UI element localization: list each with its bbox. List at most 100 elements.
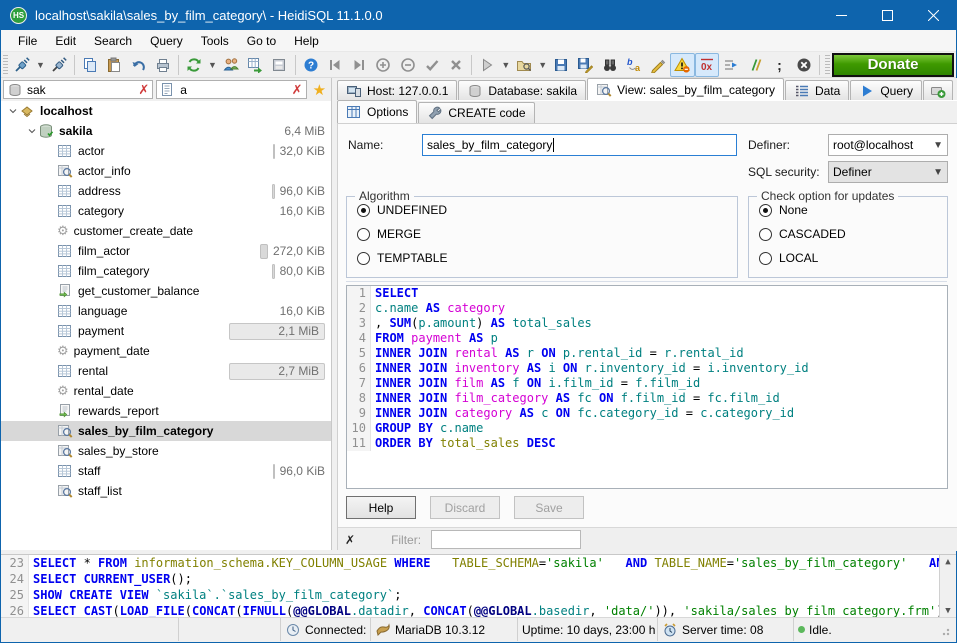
find-button[interactable] bbox=[598, 53, 622, 77]
run-query-dropdown[interactable]: ▼ bbox=[500, 53, 513, 77]
subtab-create-code[interactable]: CREATE code bbox=[418, 102, 534, 123]
tree-item-localhost[interactable]: localhost bbox=[1, 101, 331, 121]
toolbar-grip[interactable] bbox=[3, 55, 8, 75]
cancel-query-button[interactable] bbox=[792, 53, 816, 77]
tab-view[interactable]: View: sales_by_film_category bbox=[587, 78, 784, 100]
subtab-options[interactable]: Options bbox=[337, 100, 417, 123]
tree-item-sakila[interactable]: sakila6,4 MiB bbox=[1, 121, 331, 141]
save-button[interactable]: Save bbox=[514, 496, 584, 519]
tab-database[interactable]: Database: sakila bbox=[458, 80, 586, 100]
tree-item-actor_info[interactable]: actor_info bbox=[1, 161, 331, 181]
menu-file[interactable]: File bbox=[9, 32, 46, 50]
tree-item-staff[interactable]: staff96,0 KiB bbox=[1, 461, 331, 481]
bind-params-button[interactable] bbox=[743, 53, 767, 77]
tree-item-customer_create_date[interactable]: ⚙customer_create_date bbox=[1, 221, 331, 241]
favorites-icon[interactable]: ★ bbox=[310, 81, 329, 99]
resize-grip[interactable] bbox=[938, 624, 950, 636]
minimize-button[interactable] bbox=[818, 0, 864, 30]
view-name-input[interactable]: sales_by_film_category bbox=[422, 134, 737, 156]
tab-query[interactable]: Query bbox=[850, 80, 922, 100]
menu-go-to[interactable]: Go to bbox=[238, 32, 285, 50]
menu-tools[interactable]: Tools bbox=[192, 32, 238, 50]
load-sql-button[interactable] bbox=[512, 53, 536, 77]
tab-add-tab-button[interactable] bbox=[923, 80, 953, 100]
tab-host[interactable]: Host: 127.0.0.1 bbox=[337, 80, 457, 100]
close-button[interactable] bbox=[910, 0, 956, 30]
last-row-button[interactable] bbox=[347, 53, 371, 77]
tree-item-rewards_report[interactable]: rewards_report bbox=[1, 401, 331, 421]
tree-item-actor[interactable]: actor32,0 KiB bbox=[1, 141, 331, 161]
save-sql-as-button[interactable] bbox=[573, 53, 597, 77]
blob-hex-toggle[interactable]: 0x bbox=[695, 53, 719, 77]
tree-item-language[interactable]: language16,0 KiB bbox=[1, 301, 331, 321]
filter-input[interactable] bbox=[431, 530, 581, 549]
tree-item-staff_list[interactable]: staff_list bbox=[1, 481, 331, 501]
donate-button[interactable]: Donate bbox=[832, 53, 954, 77]
disconnect-button[interactable] bbox=[47, 53, 71, 77]
cancel-editing-button[interactable] bbox=[444, 53, 468, 77]
algorithm-radio-merge[interactable]: MERGE bbox=[357, 223, 737, 245]
radio-icon[interactable] bbox=[759, 252, 772, 265]
scroll-up-icon[interactable]: ▲ bbox=[945, 555, 950, 569]
refresh-button[interactable] bbox=[182, 53, 206, 77]
menu-help[interactable]: Help bbox=[285, 32, 328, 50]
algorithm-radio-temptable[interactable]: TEMPTABLE bbox=[357, 247, 737, 269]
tree-item-film_actor[interactable]: film_actor272,0 KiB bbox=[1, 241, 331, 261]
check-option-radio-local[interactable]: LOCAL bbox=[759, 247, 947, 269]
radio-icon[interactable] bbox=[759, 204, 772, 217]
first-row-button[interactable] bbox=[323, 53, 347, 77]
copy-button[interactable] bbox=[78, 53, 102, 77]
help-button[interactable]: ? bbox=[299, 53, 323, 77]
radio-icon[interactable] bbox=[357, 252, 370, 265]
maximize-button[interactable] bbox=[864, 0, 910, 30]
tree-item-rental_date[interactable]: ⚙rental_date bbox=[1, 381, 331, 401]
tree-item-get_customer_balance[interactable]: get_customer_balance bbox=[1, 281, 331, 301]
scroll-down-icon[interactable]: ▼ bbox=[945, 604, 950, 617]
menu-edit[interactable]: Edit bbox=[46, 32, 85, 50]
replace-button[interactable]: ba bbox=[622, 53, 646, 77]
tree-item-sales_by_film_category[interactable]: sales_by_film_category bbox=[1, 421, 331, 441]
help-button[interactable]: Help bbox=[346, 496, 416, 519]
discard-button[interactable]: Discard bbox=[430, 496, 500, 519]
print-button[interactable] bbox=[151, 53, 175, 77]
tree-item-film_category[interactable]: film_category80,0 KiB bbox=[1, 261, 331, 281]
stop-on-errors-toggle[interactable] bbox=[670, 53, 694, 77]
export-tables-button[interactable] bbox=[243, 53, 267, 77]
tree-item-payment_date[interactable]: ⚙payment_date bbox=[1, 341, 331, 361]
clear-filter-icon[interactable]: ✗ bbox=[138, 82, 149, 98]
clear-filter-icon[interactable]: ✗ bbox=[292, 82, 303, 98]
run-query-button[interactable] bbox=[475, 53, 499, 77]
blob-viewer-button[interactable] bbox=[267, 53, 291, 77]
close-filter-icon[interactable]: ✗ bbox=[338, 533, 363, 547]
definer-select[interactable]: root@localhost▼ bbox=[828, 134, 948, 156]
reformat-button[interactable] bbox=[646, 53, 670, 77]
tree-item-address[interactable]: address96,0 KiB bbox=[1, 181, 331, 201]
post-changes-button[interactable] bbox=[420, 53, 444, 77]
tree-item-payment[interactable]: payment2,1 MiB bbox=[1, 321, 331, 341]
paste-button[interactable] bbox=[102, 53, 126, 77]
save-sql-button[interactable] bbox=[549, 53, 573, 77]
radio-icon[interactable] bbox=[759, 228, 772, 241]
refresh-dropdown[interactable]: ▼ bbox=[206, 53, 219, 77]
delimiter-button[interactable]: ; bbox=[767, 53, 791, 77]
tree-item-sales_by_store[interactable]: sales_by_store bbox=[1, 441, 331, 461]
table-filter-input[interactable]: sak ✗ bbox=[3, 80, 153, 99]
menu-search[interactable]: Search bbox=[85, 32, 141, 50]
sql-security-select[interactable]: Definer▼ bbox=[828, 161, 948, 183]
chevron-down-icon[interactable] bbox=[7, 103, 19, 119]
load-sql-dropdown[interactable]: ▼ bbox=[536, 53, 549, 77]
check-option-radio-cascaded[interactable]: CASCADED bbox=[759, 223, 947, 245]
view-body-editor[interactable]: 1SELECT2c.name AS category3, SUM(p.amoun… bbox=[346, 285, 948, 489]
chevron-down-icon[interactable] bbox=[26, 123, 38, 139]
tab-data[interactable]: Data bbox=[785, 80, 849, 100]
radio-icon[interactable] bbox=[357, 204, 370, 217]
delete-row-button[interactable] bbox=[396, 53, 420, 77]
next-parameter-button[interactable] bbox=[719, 53, 743, 77]
radio-icon[interactable] bbox=[357, 228, 370, 241]
tree-item-category[interactable]: category16,0 KiB bbox=[1, 201, 331, 221]
tree-filter-input[interactable]: a ✗ bbox=[156, 80, 306, 99]
undo-button[interactable] bbox=[126, 53, 150, 77]
user-manager-button[interactable] bbox=[219, 53, 243, 77]
sql-log-panel[interactable]: 23SELECT * FROM information_schema.KEY_C… bbox=[1, 554, 956, 617]
algorithm-radio-undefined[interactable]: UNDEFINED bbox=[357, 199, 737, 221]
